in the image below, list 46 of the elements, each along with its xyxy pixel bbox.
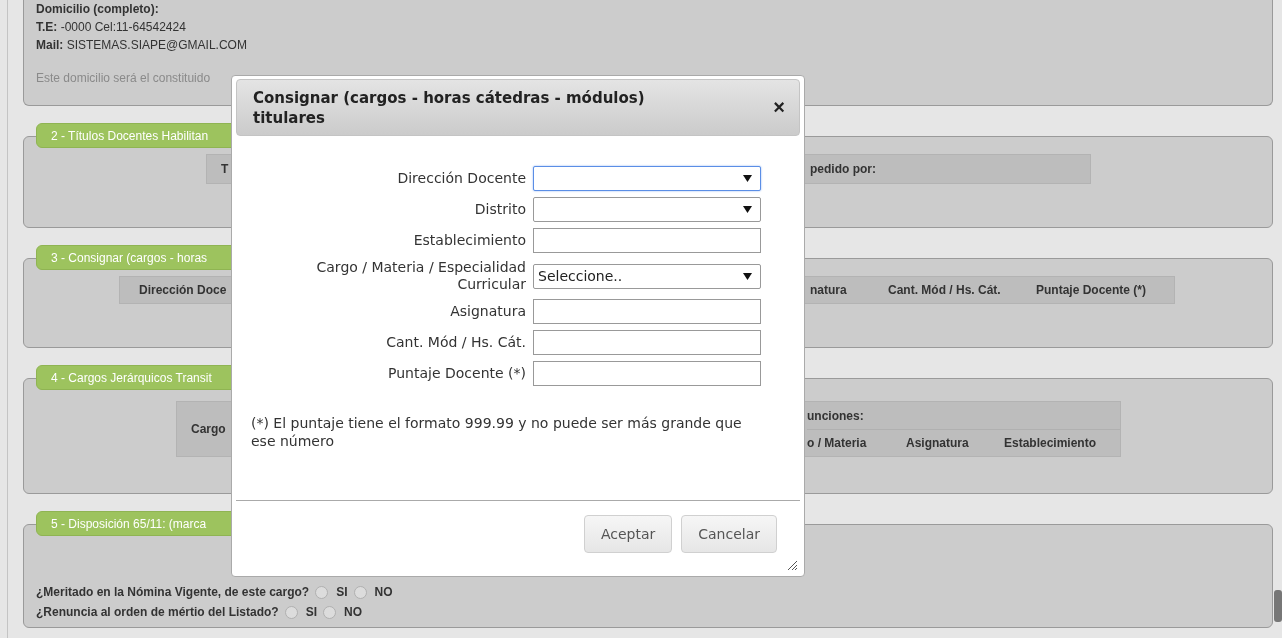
radio-button[interactable]: [323, 605, 337, 619]
radio-label: SI: [305, 605, 318, 619]
radio-label: NO: [374, 585, 393, 599]
dropdown[interactable]: Seleccione..: [533, 263, 761, 289]
column-header: Cant. Mód / Hs. Cát.: [887, 283, 1002, 297]
resize-grip-icon[interactable]: [786, 559, 798, 571]
contact-line: Mail: SISTEMAS.SIAPE@GMAIL.COM: [36, 37, 248, 54]
column-header: unciones:: [807, 402, 1120, 430]
cancel-button[interactable]: Cancelar: [681, 515, 777, 553]
input-field[interactable]: [533, 299, 761, 324]
field-label: Cant. Mód / Hs. Cát.: [386, 334, 526, 351]
radio-button[interactable]: [284, 605, 298, 619]
caret-icon: [743, 272, 752, 280]
column-header: Puntaje Docente (*): [1036, 283, 1147, 297]
accept-button[interactable]: Aceptar: [583, 515, 673, 553]
address-note: Este domicilio será el constituido: [36, 70, 212, 87]
column-header: T: [220, 162, 230, 176]
field-label: Distrito: [474, 201, 526, 218]
caret-icon: [743, 206, 752, 213]
column-header: pedido por:: [809, 162, 877, 176]
radio-button[interactable]: [353, 585, 367, 599]
column-header: natura: [809, 283, 848, 297]
contact-line: Domicilio (completo):: [36, 1, 160, 18]
caret-icon: [743, 175, 752, 182]
column-header: o / Materia: [807, 435, 868, 450]
scrollbar-thumb[interactable]: [1274, 590, 1282, 622]
close-button[interactable]: ×: [773, 96, 785, 119]
field-label: Dirección Docente: [397, 170, 526, 187]
radio-label: NO: [344, 605, 363, 619]
column-header: Establecimiento: [1004, 435, 1098, 450]
dropdown[interactable]: [533, 166, 761, 191]
radio-button[interactable]: [315, 585, 329, 599]
column-header: Asignatura: [906, 435, 970, 450]
column-header: Cargo: [190, 422, 227, 436]
question-text: ¿Meritado en la Nómina Vigente, de este cargo?: [36, 585, 310, 599]
field-label: Asignatura: [450, 303, 526, 320]
format-note: (*) El puntaje tiene el formato 999.99 y no puede ser más grande que ese número: [250, 414, 743, 450]
radio-label: SI: [336, 585, 348, 599]
contact-line: T.E: -0000 Cel:11-64542424: [36, 19, 187, 36]
question-text: ¿Renuncia al orden de mértio del Listado?: [36, 605, 279, 619]
input-field[interactable]: [533, 228, 761, 253]
column-header: Dirección Doce: [138, 283, 228, 297]
dropdown[interactable]: [533, 197, 761, 222]
input-field[interactable]: [533, 330, 761, 355]
field-label: Puntaje Docente (*): [388, 365, 526, 382]
input-field[interactable]: [533, 361, 761, 386]
